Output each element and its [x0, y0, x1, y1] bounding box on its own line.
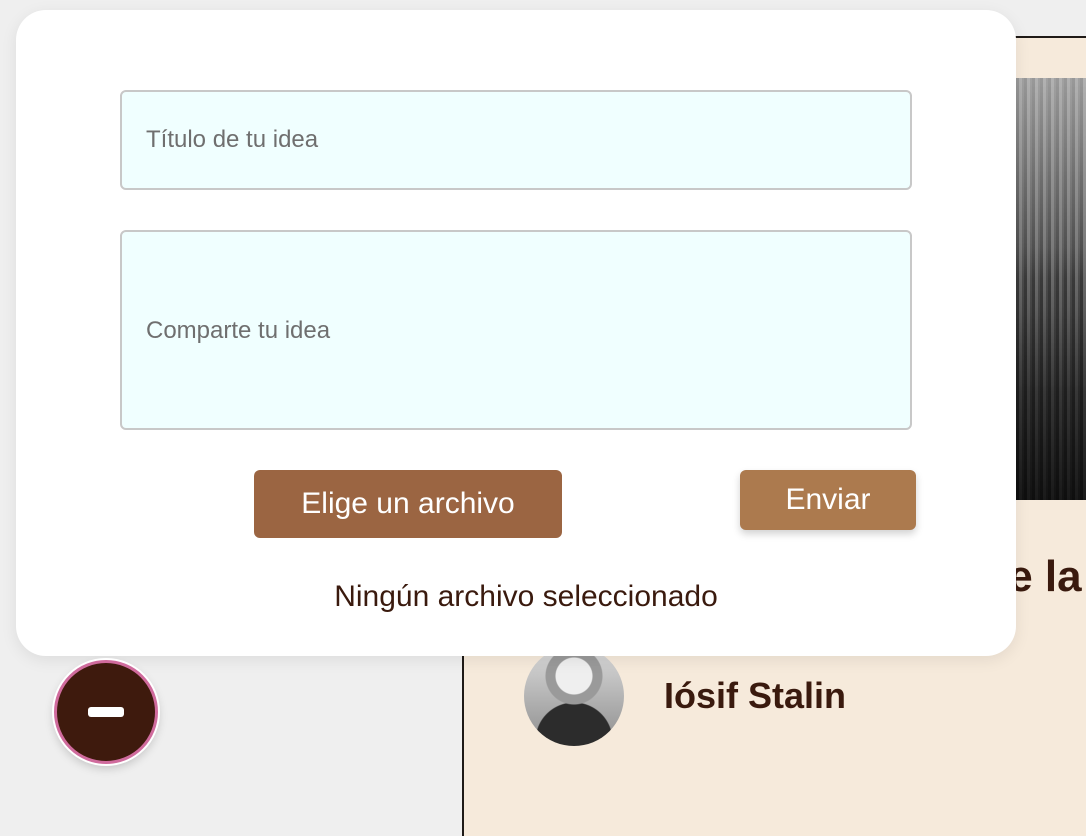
collapse-form-button[interactable]: [54, 660, 158, 764]
idea-title-input[interactable]: [120, 90, 912, 190]
author-avatar: [524, 646, 624, 746]
post-author: Iósif Stalin: [524, 646, 846, 746]
send-button[interactable]: Enviar: [740, 470, 916, 530]
choose-file-button[interactable]: Elige un archivo: [254, 470, 562, 538]
author-name: Iósif Stalin: [664, 675, 847, 716]
file-status-text: Ningún archivo seleccionado: [334, 580, 718, 613]
post-image: [1016, 78, 1086, 500]
idea-body-textarea[interactable]: [120, 230, 912, 430]
idea-form-modal: Elige un archivo Enviar Ningún archivo s…: [16, 10, 1016, 656]
minus-icon: [88, 707, 124, 717]
